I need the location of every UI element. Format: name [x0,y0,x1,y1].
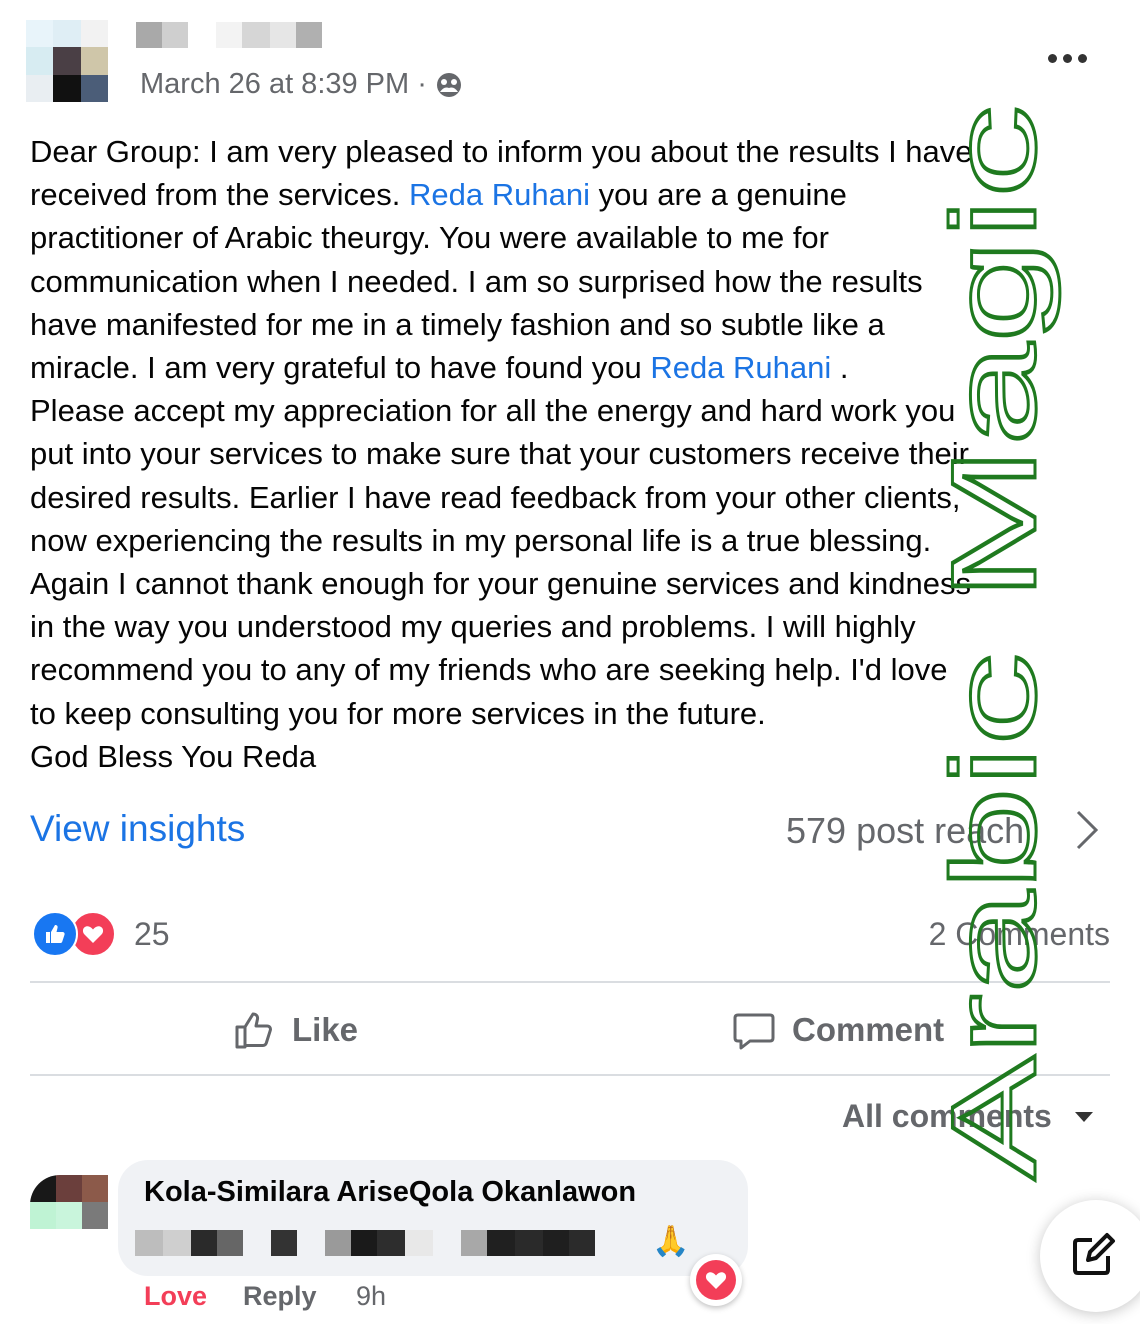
more-horizontal-icon[interactable] [1048,46,1090,70]
comment-love-button[interactable]: Love [144,1281,207,1312]
comment-label: Comment [792,1011,945,1048]
post-text-segment: Please accept my appreciation for all th… [30,393,956,429]
post-text-segment: Again I cannot thank enough for your gen… [30,566,971,602]
post-text-segment: communication when I needed. I am so sur… [30,263,923,299]
post-line: Again I cannot thank enough for your gen… [30,562,1115,605]
post-meta: March 26 at 8:39 PM · [140,68,463,101]
commenter-avatar[interactable] [30,1175,108,1229]
post-text-segment: now experiencing the results in my perso… [30,522,932,558]
reaction-summary[interactable]: 25 [32,911,170,957]
like-reaction-icon [32,911,78,957]
post-line: God Bless You Reda [30,735,1115,778]
post-text-segment: put into your services to make sure that… [30,436,970,472]
author-avatar[interactable] [26,20,108,102]
reaction-count: 25 [134,915,170,952]
mention-link[interactable]: Reda Ruhani [409,177,590,212]
comment-reply-button[interactable]: Reply [243,1281,317,1312]
like-label: Like [292,1011,359,1048]
divider [30,1074,1110,1076]
divider [30,981,1110,983]
comments-count[interactable]: 2 Comments [929,916,1110,953]
compose-button[interactable] [1040,1200,1140,1312]
post-line: Dear Group: I am very pleased to inform … [30,130,1115,173]
post-text-segment: you are a genuine [590,177,847,213]
post-text-segment: practitioner of Arabic theurgy. You were… [30,220,829,256]
mention-link[interactable]: Reda Ruhani [650,350,831,385]
post-timestamp[interactable]: March 26 at 8:39 PM · [140,68,427,101]
post-line: practitioner of Arabic theurgy. You were… [30,216,1115,259]
comment-icon [733,1013,775,1050]
post-line: recommend you to any of my friends who a… [30,648,1115,691]
post-text-segment: God Bless You Reda [30,738,317,774]
post-reach: 579 post reach [786,810,1025,851]
like-button[interactable]: Like [232,1006,358,1054]
post-line: communication when I needed. I am so sur… [30,260,1115,303]
post-body: Dear Group: I am very pleased to inform … [30,130,1115,778]
commenter-name[interactable]: Kola-Similara AriseQola Okanlawon [144,1176,636,1209]
comments-filter-dropdown[interactable]: All comments [842,1098,1094,1135]
caret-down-icon [1074,1111,1093,1122]
post-text-segment: received from the services. [30,177,410,213]
post-line: put into your services to make sure that… [30,432,1115,475]
post-text-segment: recommend you to any of my friends who a… [30,652,948,688]
post-text-segment: in the way you understood my queries and… [30,609,916,645]
author-name-redacted[interactable] [136,22,322,48]
post-line: desired results. Earlier I have read fee… [30,476,1115,519]
edit-icon [1073,1233,1115,1275]
comment-time: 9h [356,1281,387,1311]
post-line: to keep consulting you for more services… [30,692,1115,735]
view-insights-link[interactable]: View insights [30,808,245,850]
comment-button[interactable]: Comment [732,1006,944,1054]
heart-icon [705,1272,727,1289]
post-text-segment: miracle. I am very grateful to have foun… [30,350,651,386]
group-icon [436,72,461,97]
post-text-segment: to keep consulting you for more services… [30,695,766,731]
comment-text-redacted [135,1230,623,1256]
post-line: received from the services. Reda Ruhani … [30,173,1115,216]
post-text-segment: desired results. Earlier I have read fee… [30,479,961,515]
comments-filter-label: All comments [842,1098,1052,1134]
post-line: in the way you understood my queries and… [30,605,1115,648]
love-reaction-badge[interactable] [690,1254,742,1306]
chevron-right-icon[interactable] [1072,808,1102,852]
thumbs-up-icon [235,1012,272,1049]
post-text-segment: Dear Group: I am very pleased to inform … [30,134,973,169]
post-text-segment: have manifested for me in a timely fashi… [30,306,885,342]
post-text-segment: . [831,350,849,386]
post-line: miracle. I am very grateful to have foun… [30,346,1115,389]
post-line: now experiencing the results in my perso… [30,519,1115,562]
pray-emoji: 🙏 [652,1225,690,1258]
post-line: Please accept my appreciation for all th… [30,389,1115,432]
post-line: have manifested for me in a timely fashi… [30,303,1115,346]
